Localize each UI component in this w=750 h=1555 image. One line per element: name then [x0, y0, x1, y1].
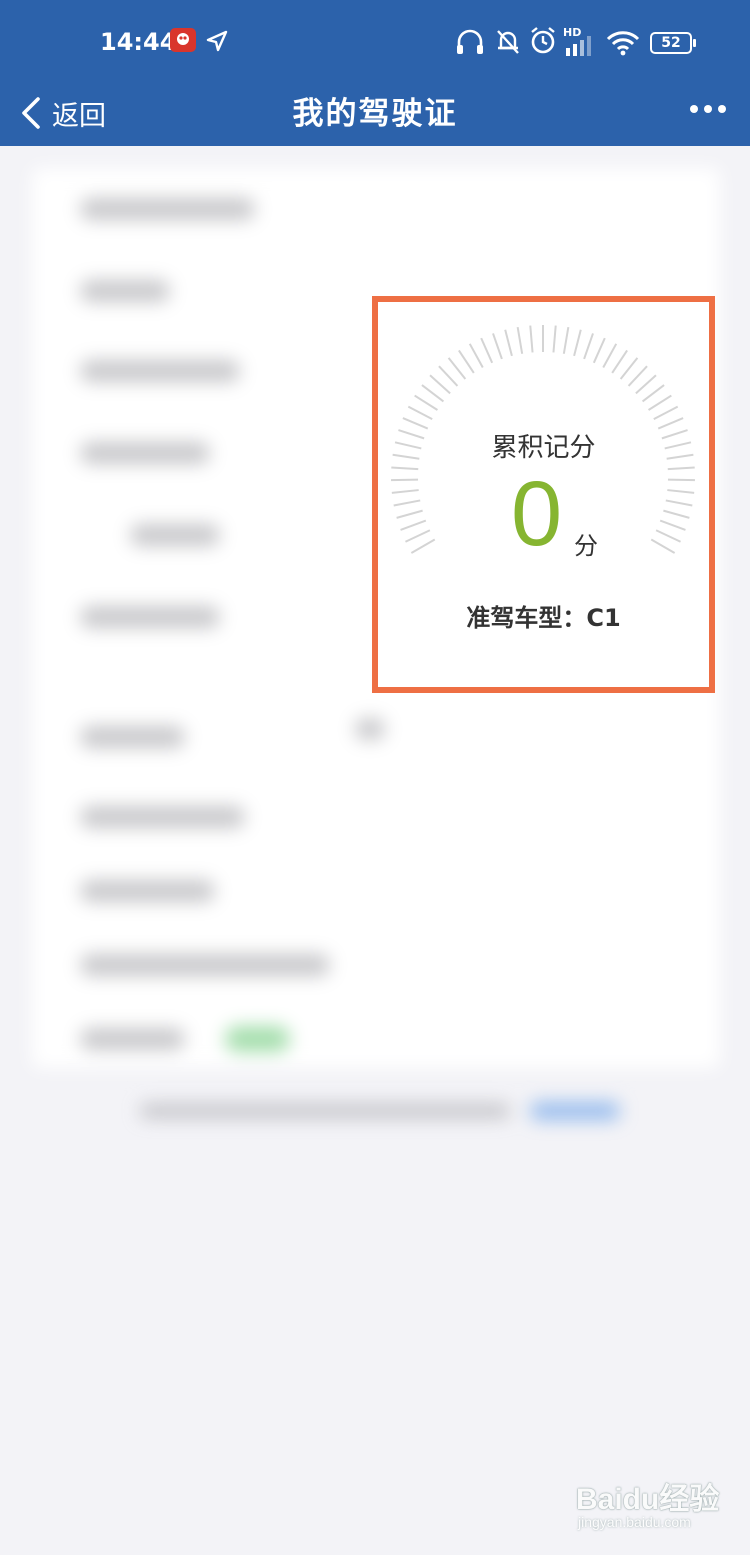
gauge-tick — [655, 529, 681, 543]
gauge-tick — [393, 499, 421, 507]
gauge-tick — [635, 374, 657, 395]
gauge-tick — [391, 489, 419, 494]
gauge-tick — [447, 357, 467, 380]
gauge-tick — [667, 466, 695, 471]
gauge-tick — [592, 337, 606, 364]
gauge-tick — [410, 538, 436, 554]
gauge-tick — [405, 529, 431, 543]
gauge-tick — [641, 384, 665, 403]
gauge-tick — [391, 478, 419, 482]
gauge-tick — [648, 394, 672, 411]
gauge-tick — [659, 519, 686, 531]
gauge-tick — [619, 357, 639, 380]
gauge-tick — [458, 349, 475, 374]
points-highlight-box[interactable]: 累积记分 0 分 准驾车型：C1 — [372, 296, 715, 693]
gauge-tick — [667, 478, 695, 482]
blurred-content — [0, 0, 750, 1555]
gauge-tick — [663, 509, 690, 519]
gauge-tick — [516, 326, 524, 354]
points-value: 0 — [511, 463, 563, 565]
points-unit: 分 — [574, 532, 598, 560]
watermark-sub: jingyan.baidu.com — [578, 1514, 691, 1530]
watermark: Baidu经验 jingyan.baidu.com — [576, 1474, 726, 1544]
gauge-tick — [414, 394, 438, 411]
gauge-tick — [396, 509, 423, 519]
gauge-tick — [627, 365, 648, 387]
watermark-main: Baidu经验 — [576, 1483, 720, 1516]
gauge-tick — [653, 405, 679, 420]
license-class: 准驾车型：C1 — [466, 604, 621, 632]
gauge-tick — [468, 343, 484, 368]
gauge-tick — [665, 499, 693, 507]
gauge-tick — [650, 538, 676, 554]
gauge-tick — [602, 343, 618, 368]
gauge-tick — [552, 325, 557, 353]
gauge-tick — [504, 329, 513, 357]
gauge-tick — [429, 374, 451, 395]
gauge-tick — [438, 365, 459, 387]
points-label: 累积记分 — [491, 433, 596, 463]
gauge-tick — [573, 329, 582, 357]
gauge-tick — [562, 326, 570, 354]
gauge-tick — [667, 489, 695, 494]
gauge-tick — [529, 325, 534, 353]
gauge-tick — [611, 349, 628, 374]
gauge-tick — [480, 337, 494, 364]
gauge-tick — [492, 333, 503, 360]
gauge-tick — [407, 405, 433, 420]
gauge-tick — [400, 519, 427, 531]
gauge-tick — [421, 384, 445, 403]
gauge-tick — [391, 466, 419, 471]
gauge-tick — [583, 333, 594, 360]
